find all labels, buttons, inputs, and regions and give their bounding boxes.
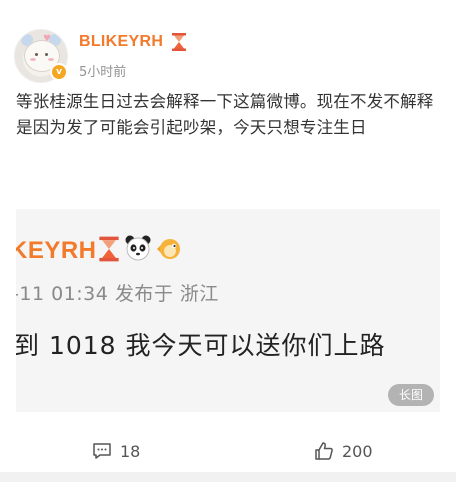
weibo-post: ♥ v BLIKEYRH 5小时前 等张桂源生日过去会解释一下这篇微博。现在不发… xyxy=(0,0,456,470)
avatar-eye xyxy=(35,53,38,56)
embedded-image[interactable]: KEYRH -11 01:34 发布于 浙江 到 1018 我今天可以送你们上路 xyxy=(16,209,440,412)
hourglass-icon xyxy=(99,236,119,262)
comment-button[interactable]: 18 xyxy=(92,432,140,470)
divider xyxy=(0,472,456,482)
timestamp: 5小时前 xyxy=(79,65,127,80)
verified-badge: v xyxy=(50,63,68,81)
embed-text: 到 1018 我今天可以送你们上路 xyxy=(16,331,386,360)
comment-icon xyxy=(93,443,111,459)
thumbs-up-icon xyxy=(315,442,333,460)
avatar-cheek xyxy=(30,58,36,61)
username[interactable]: BLIKEYRH xyxy=(79,33,163,51)
like-count: 200 xyxy=(342,441,373,461)
comment-count: 18 xyxy=(120,441,141,461)
avatar-eye xyxy=(45,53,48,56)
avatar-cheek xyxy=(48,58,54,61)
long-image-badge: 长图 xyxy=(388,384,434,406)
post-text: 等张桂源生日过去会解释一下这篇微博。现在不发不解释是因为发了可能会引起吵架，今天… xyxy=(16,92,434,137)
heart-icon: ♥ xyxy=(43,34,52,44)
next-post-peek xyxy=(0,482,456,500)
embed-meta: -11 01:34 发布于 浙江 xyxy=(16,283,219,305)
panda-icon xyxy=(125,235,151,261)
action-bar: 18 200 xyxy=(0,432,456,470)
embed-username: KEYRH xyxy=(16,237,97,264)
pufferfish-icon xyxy=(157,239,180,259)
hourglass-icon xyxy=(172,33,186,51)
like-button[interactable]: 200 xyxy=(314,432,373,470)
